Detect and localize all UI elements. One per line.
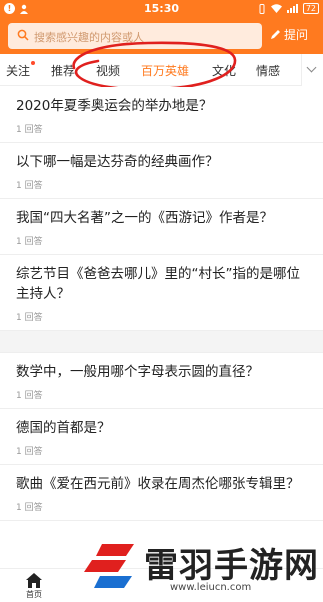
category-tabs: 关注 推荐 视频 百万英雄 文化 情感 [0,54,323,86]
tab-follow[interactable]: 关注 [6,61,36,79]
watermark: 雷羽手游网 www.leiucn.com [82,536,319,600]
answer-count: 1 回答 [16,447,43,457]
watermark-url: www.leiucn.com [170,582,252,593]
more-tabs-button[interactable] [301,54,323,86]
tab-label: 情感 [256,64,281,78]
question-title: 数学中，一般用哪个字母表示圆的直径？ [16,364,259,380]
question-title: 2020年夏季奥运会的举办地是？ [16,98,213,114]
answer-count: 1 回答 [16,125,43,135]
question-item[interactable]: 综艺节目《爸爸去哪儿》里的“村长”指的是哪位主持人？ 1 回答 [0,255,323,331]
pencil-icon [271,30,280,39]
wifi-icon [270,4,282,13]
watermark-name: 雷羽手游网 [144,546,319,586]
nav-home[interactable]: 首页 [22,573,46,600]
tab-label: 视频 [96,64,121,78]
search-input[interactable]: 搜索感兴趣的内容或人 [8,23,262,49]
question-item[interactable]: 数学中，一般用哪个字母表示圆的直径？ 1 回答 [0,353,323,409]
question-title: 以下哪一幅是达芬奇的经典画作？ [16,154,219,170]
chevron-down-icon [306,62,317,73]
tab-culture[interactable]: 文化 [212,62,236,79]
tab-million-heroes[interactable]: 百万英雄 [141,62,189,79]
ask-label: 提问 [284,28,309,42]
battery-icon: 72 [302,3,319,14]
tab-label: 推荐 [51,64,76,78]
vibrate-icon [259,3,265,14]
question-item[interactable]: 我国“四大名著”之一的《西游记》作者是？ 1 回答 [0,199,323,255]
question-title: 综艺节目《爸爸去哪儿》里的“村长”指的是哪位主持人？ [16,266,300,302]
answer-count: 1 回答 [16,313,43,323]
answer-count: 1 回答 [16,391,43,401]
watermark-logo-icon [84,544,134,588]
answer-count: 1 回答 [16,503,43,513]
question-list: 2020年夏季奥运会的举办地是？ 1 回答 以下哪一幅是达芬奇的经典画作？ 1 … [0,87,323,521]
home-icon [26,573,42,588]
section-divider [0,331,323,353]
signal-icon [286,4,298,13]
status-bar: ! 15:30 72 [0,0,323,18]
answer-count: 1 回答 [16,181,43,191]
tab-video[interactable]: 视频 [96,62,120,79]
question-item[interactable]: 以下哪一幅是达芬奇的经典画作？ 1 回答 [0,143,323,199]
tab-label: 文化 [212,64,237,78]
tab-emotion[interactable]: 情感 [256,62,280,79]
question-title: 我国“四大名著”之一的《西游记》作者是？ [16,210,273,226]
question-item[interactable]: 德国的首都是？ 1 回答 [0,409,323,465]
unread-dot [31,61,36,65]
tab-label: 百万英雄 [141,64,190,78]
nav-home-label: 首页 [26,590,42,599]
question-title: 德国的首都是？ [16,420,111,436]
tab-recommend[interactable]: 推荐 [51,62,75,79]
answer-count: 1 回答 [16,237,43,247]
header-bar: ! 15:30 72 搜索感兴趣的内容或人 提问 [0,0,323,54]
tab-label: 关注 [6,64,31,78]
search-icon [17,29,29,41]
question-title: 歌曲《爱在西元前》收录在周杰伦哪张专辑里？ [16,476,300,492]
ask-button[interactable]: 提问 [270,26,308,43]
search-placeholder: 搜索感兴趣的内容或人 [34,31,144,44]
question-item[interactable]: 2020年夏季奥运会的举办地是？ 1 回答 [0,87,323,143]
question-item[interactable]: 歌曲《爱在西元前》收录在周杰伦哪张专辑里？ 1 回答 [0,465,323,521]
